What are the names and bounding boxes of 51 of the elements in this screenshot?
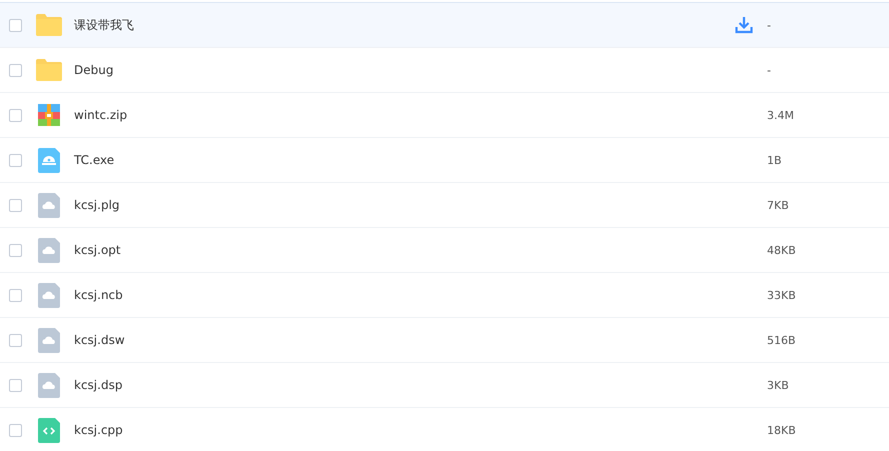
cloud-file-icon [38,372,60,398]
cloud-file-icon [38,192,60,218]
file-row[interactable]: kcsj.dsw 516B [0,318,889,363]
checkbox[interactable] [9,288,22,302]
cloud-file-icon [38,328,60,352]
checkbox[interactable] [9,64,22,76]
checkbox[interactable] [9,154,22,166]
checkbox[interactable] [9,198,22,212]
file-name[interactable]: kcsj.dsw [74,333,125,347]
file-size: 3KB [767,378,790,392]
file-size: - [767,18,772,32]
file-name[interactable]: TC.exe [74,153,114,167]
file-size: 48KB [767,244,797,256]
file-row[interactable]: kcsj.dsp 3KB [0,363,889,408]
archive-icon [38,104,60,126]
file-size: 33KB [767,288,797,302]
cloud-file-icon [38,238,60,262]
file-row[interactable]: kcsj.ncb 33KB [0,273,889,318]
file-name[interactable]: 课设带我飞 [74,16,134,34]
file-size: 516B [767,334,797,346]
file-row[interactable]: kcsj.cpp 18KB [0,408,889,451]
file-name[interactable]: wintc.zip [74,108,128,122]
file-row[interactable]: wintc.zip 3.4M [0,93,889,138]
folder-icon [36,14,62,36]
file-name[interactable]: Debug [74,63,114,77]
checkbox[interactable] [9,244,22,256]
file-name[interactable]: kcsj.dsp [74,378,122,392]
file-size: 3.4M [767,108,795,122]
checkbox[interactable] [9,18,22,32]
file-row[interactable]: kcsj.plg 7KB [0,183,889,228]
file-row[interactable]: TC.exe 1B [0,138,889,183]
checkbox[interactable] [9,424,22,436]
file-row[interactable]: kcsj.opt 48KB [0,228,889,273]
file-size: 18KB [767,424,797,436]
download-icon[interactable] [735,16,753,34]
checkbox[interactable] [9,108,22,122]
file-name[interactable]: kcsj.opt [74,243,121,257]
file-size: 1B [767,154,783,166]
file-name[interactable]: kcsj.ncb [74,288,123,302]
file-name[interactable]: kcsj.cpp [74,423,123,437]
file-size: - [767,64,772,76]
file-row[interactable]: Debug - [0,48,889,93]
file-name[interactable]: kcsj.plg [74,198,120,212]
folder-icon [36,59,62,81]
code-file-icon [38,418,60,442]
checkbox[interactable] [9,378,22,392]
file-row[interactable]: 课设带我飞 - [0,2,889,48]
executable-icon [38,148,60,172]
file-size: 7KB [767,198,790,212]
checkbox[interactable] [9,334,22,346]
cloud-file-icon [38,282,60,308]
